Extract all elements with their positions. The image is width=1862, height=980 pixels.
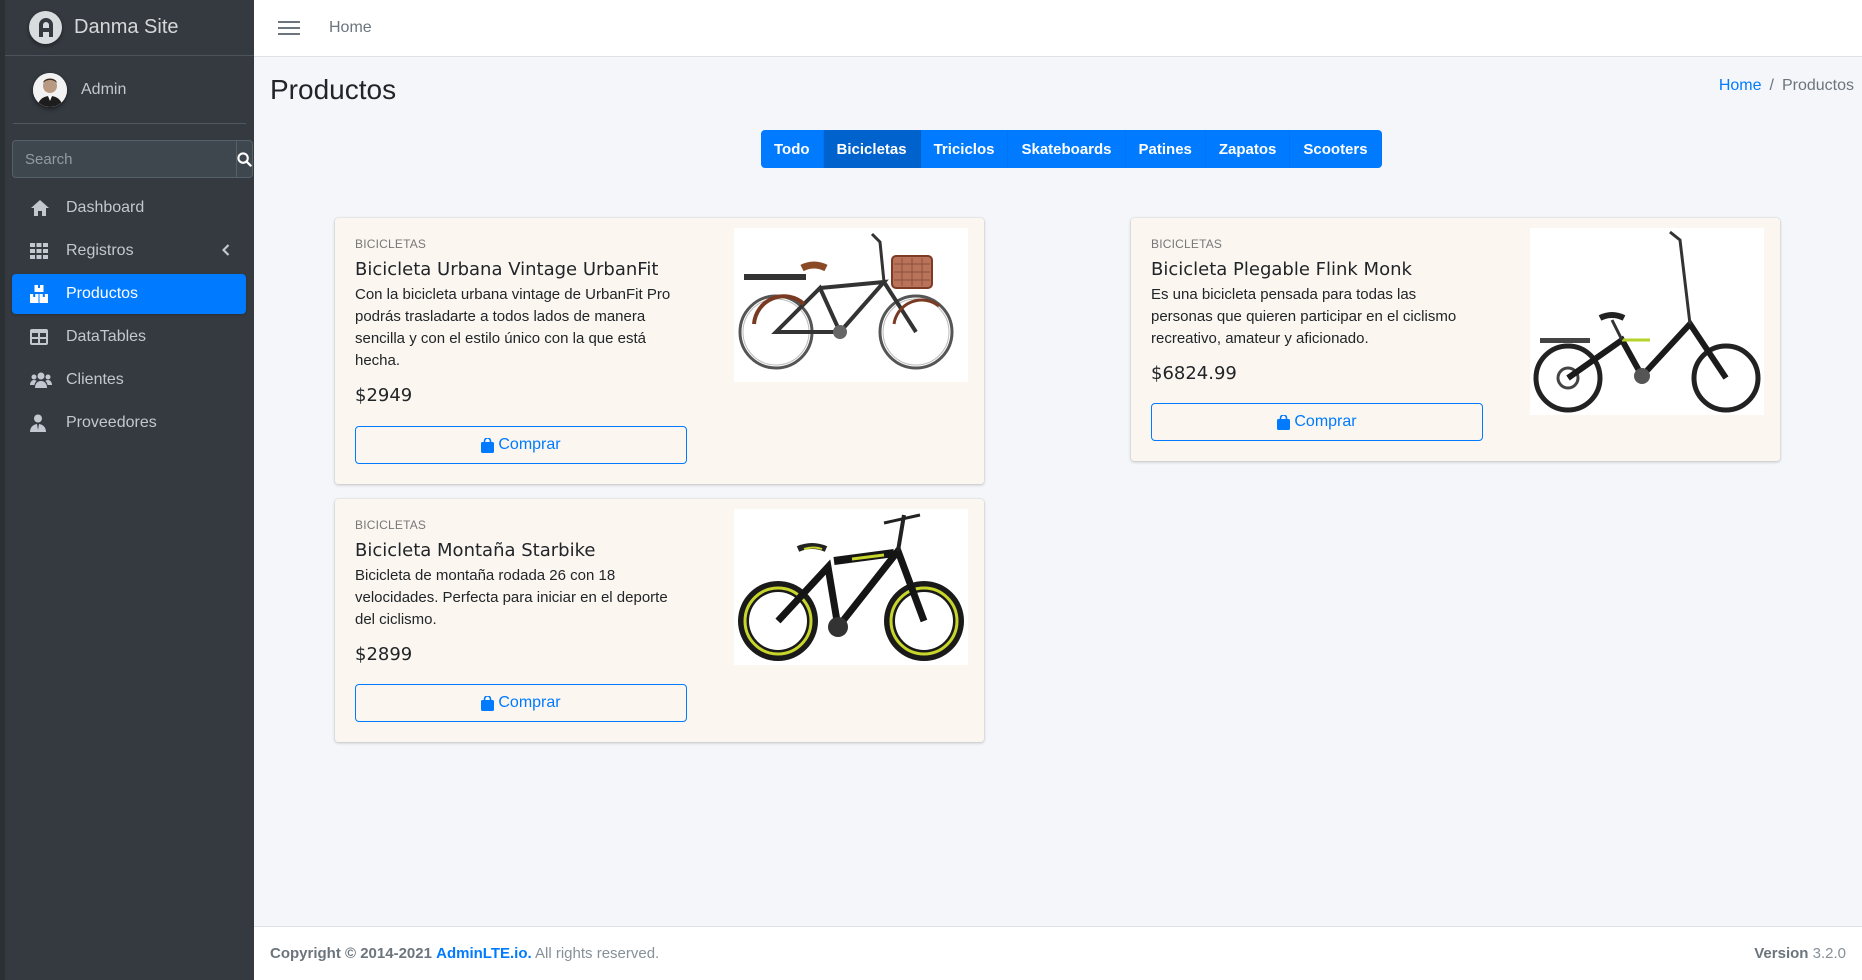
filter-scooters[interactable]: Scooters (1290, 130, 1382, 168)
product-category: BICICLETAS (355, 237, 427, 251)
search-icon (237, 151, 252, 167)
buy-button-label: Comprar (498, 436, 561, 453)
sidebar-edge (0, 0, 5, 980)
filter-zapatos[interactable]: Zapatos (1206, 130, 1291, 168)
filter-triciclos[interactable]: Triciclos (921, 130, 1009, 168)
sidebar-item-proveedores[interactable]: Proveedores (12, 403, 246, 443)
product-card: BICICLETAS Bicicleta Urbana Vintage Urba… (335, 218, 984, 484)
shopping-bag-icon (1277, 414, 1291, 430)
page-title: Productos (270, 74, 397, 105)
top-home-link[interactable]: Home (329, 19, 372, 37)
product-title: Bicicleta Montaña Starbike (355, 540, 596, 561)
menu-toggle-icon[interactable] (278, 21, 300, 35)
breadcrumb-home-link[interactable]: Home (1719, 77, 1762, 95)
table-icon (30, 327, 54, 347)
buy-button[interactable]: Comprar (355, 426, 687, 464)
filter-skateboards[interactable]: Skateboards (1008, 130, 1126, 168)
brand-logo-icon (29, 11, 62, 44)
product-description: Es una bicicleta pensada para todas las … (1151, 286, 1457, 347)
product-description: Con la bicicleta urbana vintage de Urban… (355, 286, 671, 369)
sidebar-item-label: Dashboard (66, 199, 145, 216)
users-icon (30, 370, 54, 390)
version-label: Version (1754, 945, 1809, 962)
product-image (734, 228, 968, 382)
sidebar: Danma Site Admin Dashboard Registros (0, 0, 254, 980)
product-price: $2899 (355, 644, 413, 665)
sidebar-item-label: Registros (66, 242, 134, 259)
sidebar-search (12, 140, 253, 178)
sidebar-item-label: Productos (66, 285, 139, 302)
product-card: BICICLETAS Bicicleta Montaña Starbike Bi… (335, 499, 984, 742)
top-navbar: Home (254, 0, 1862, 57)
rights-text: All rights reserved. (535, 945, 660, 962)
user-panel[interactable]: Admin (13, 56, 246, 124)
product-description: Bicicleta de montaña rodada 26 con 18 ve… (355, 567, 668, 628)
buy-button[interactable]: Comprar (355, 684, 687, 722)
sidebar-item-registros[interactable]: Registros (12, 231, 246, 271)
user-tie-icon (30, 413, 54, 433)
avatar (33, 72, 67, 107)
sidebar-item-label: Proveedores (66, 414, 157, 431)
brand-link[interactable]: Danma Site (5, 0, 254, 56)
shopping-bag-icon (481, 695, 495, 711)
brand-text: Danma Site (74, 16, 179, 38)
product-card: BICICLETAS Bicicleta Plegable Flink Monk… (1131, 218, 1780, 461)
sidebar-item-datatables[interactable]: DataTables (12, 317, 246, 357)
adminlte-link[interactable]: AdminLTE.io. (436, 945, 532, 962)
chevron-left-icon (221, 243, 230, 261)
version-number: 3.2.0 (1812, 945, 1846, 962)
filter-bicicletas[interactable]: Bicicletas (823, 130, 921, 168)
sidebar-nav: Dashboard Registros Productos DataTables (12, 188, 246, 443)
shopping-bag-icon (481, 437, 495, 453)
sidebar-item-clientes[interactable]: Clientes (12, 360, 246, 400)
sidebar-item-productos[interactable]: Productos (12, 274, 246, 314)
copyright-text: Copyright © 2014-2021 (270, 945, 432, 962)
product-title: Bicicleta Urbana Vintage UrbanFit (355, 259, 659, 280)
footer-version: Version 3.2.0 (1754, 945, 1846, 962)
buy-button-label: Comprar (498, 694, 561, 711)
product-title: Bicicleta Plegable Flink Monk (1151, 259, 1412, 280)
home-icon (30, 198, 54, 218)
filter-patines[interactable]: Patines (1126, 130, 1206, 168)
buy-button[interactable]: Comprar (1151, 403, 1483, 441)
product-image (1530, 228, 1764, 415)
buy-button-label: Comprar (1294, 413, 1357, 430)
boxes-icon (30, 284, 54, 304)
sidebar-item-label: DataTables (66, 328, 147, 345)
product-category: BICICLETAS (355, 518, 427, 532)
breadcrumb: Home / Productos (1719, 77, 1854, 95)
footer-copyright: Copyright © 2014-2021 AdminLTE.io. All r… (270, 945, 659, 962)
search-input[interactable] (12, 140, 236, 178)
sidebar-item-dashboard[interactable]: Dashboard (12, 188, 246, 228)
category-filter-group: Todo Bicicletas Triciclos Skateboards Pa… (761, 130, 1382, 168)
main-content: Productos Home / Productos Todo Biciclet… (254, 57, 1862, 925)
product-price: $2949 (355, 385, 413, 406)
breadcrumb-current: Productos (1781, 77, 1854, 94)
product-image (734, 509, 968, 665)
search-button[interactable] (236, 140, 253, 178)
filter-todo[interactable]: Todo (761, 130, 824, 168)
user-name: Admin (81, 80, 127, 98)
grid-icon (30, 241, 54, 261)
footer: Copyright © 2014-2021 AdminLTE.io. All r… (254, 926, 1862, 980)
product-category: BICICLETAS (1151, 237, 1223, 251)
breadcrumb-separator: / (1769, 77, 1774, 94)
product-price: $6824.99 (1151, 363, 1237, 384)
sidebar-item-label: Clientes (66, 371, 124, 388)
